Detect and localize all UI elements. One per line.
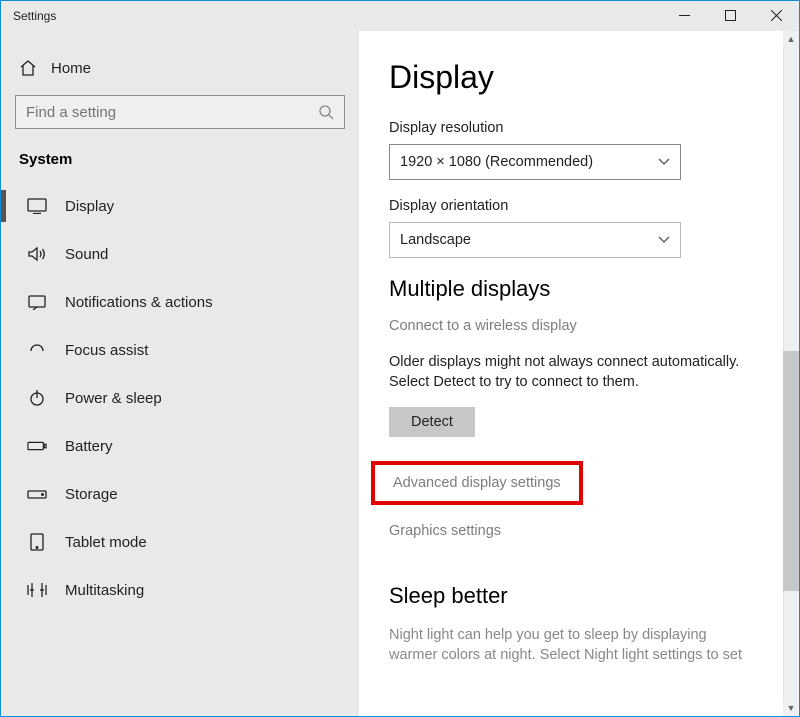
scrollbar[interactable]: ▲ ▼ <box>783 31 799 716</box>
sidebar-item-label: Sound <box>65 246 108 263</box>
resolution-label: Display resolution <box>389 120 775 136</box>
display-icon <box>27 198 47 214</box>
multiple-displays-heading: Multiple displays <box>389 276 775 302</box>
sidebar: Home System Display <box>1 31 359 716</box>
storage-icon <box>27 487 47 501</box>
sidebar-item-multitasking[interactable]: Multitasking <box>15 566 345 614</box>
home-label: Home <box>51 60 91 77</box>
sidebar-item-power-sleep[interactable]: Power & sleep <box>15 374 345 422</box>
maximize-button[interactable] <box>707 1 753 31</box>
orientation-label: Display orientation <box>389 198 775 214</box>
search-icon <box>318 104 334 120</box>
sleep-better-heading: Sleep better <box>389 583 775 609</box>
sidebar-item-tablet-mode[interactable]: Tablet mode <box>15 518 345 566</box>
sidebar-nav: Display Sound Notifications & actions <box>15 182 345 614</box>
sidebar-item-label: Power & sleep <box>65 390 162 407</box>
sidebar-item-label: Tablet mode <box>65 534 147 551</box>
sidebar-item-notifications[interactable]: Notifications & actions <box>15 278 345 326</box>
sidebar-item-display[interactable]: Display <box>15 182 345 230</box>
search-input[interactable] <box>26 104 318 121</box>
sidebar-item-label: Display <box>65 198 114 215</box>
scroll-down-arrow[interactable]: ▼ <box>783 700 799 716</box>
minimize-button[interactable] <box>661 1 707 31</box>
orientation-value: Landscape <box>400 232 471 248</box>
scrollbar-thumb[interactable] <box>783 351 799 591</box>
sidebar-item-focus-assist[interactable]: Focus assist <box>15 326 345 374</box>
sidebar-item-battery[interactable]: Battery <box>15 422 345 470</box>
detect-description: Older displays might not always connect … <box>389 352 749 393</box>
close-button[interactable] <box>753 1 799 31</box>
sidebar-item-sound[interactable]: Sound <box>15 230 345 278</box>
window-controls <box>661 1 799 31</box>
titlebar: Settings <box>1 1 799 31</box>
connect-wireless-link[interactable]: Connect to a wireless display <box>389 318 775 334</box>
multitasking-icon <box>27 582 47 598</box>
resolution-select[interactable]: 1920 × 1080 (Recommended) <box>389 144 681 180</box>
sidebar-item-label: Battery <box>65 438 113 455</box>
chevron-down-icon <box>658 158 670 166</box>
sidebar-item-storage[interactable]: Storage <box>15 470 345 518</box>
tablet-icon <box>27 533 47 551</box>
resolution-value: 1920 × 1080 (Recommended) <box>400 154 593 170</box>
power-icon <box>27 389 47 407</box>
orientation-select[interactable]: Landscape <box>389 222 681 258</box>
detect-button[interactable]: Detect <box>389 407 475 437</box>
sidebar-item-label: Focus assist <box>65 342 148 359</box>
advanced-display-link[interactable]: Advanced display settings <box>371 461 583 505</box>
main-content: Display Display resolution 1920 × 1080 (… <box>359 31 799 716</box>
window-title: Settings <box>1 9 56 23</box>
graphics-settings-link[interactable]: Graphics settings <box>389 523 775 539</box>
sleep-description: Night light can help you get to sleep by… <box>389 625 749 666</box>
page-title: Display <box>389 59 775 96</box>
notifications-icon <box>27 294 47 310</box>
home-button[interactable]: Home <box>15 49 345 91</box>
scroll-up-arrow[interactable]: ▲ <box>783 31 799 47</box>
sidebar-item-label: Storage <box>65 486 118 503</box>
battery-icon <box>27 439 47 453</box>
sidebar-section-label: System <box>15 147 345 182</box>
search-box[interactable] <box>15 95 345 129</box>
sidebar-item-label: Notifications & actions <box>65 294 213 311</box>
chevron-down-icon <box>658 236 670 244</box>
home-icon <box>19 59 37 77</box>
focus-assist-icon <box>27 341 47 359</box>
sidebar-item-label: Multitasking <box>65 582 144 599</box>
sound-icon <box>27 246 47 262</box>
